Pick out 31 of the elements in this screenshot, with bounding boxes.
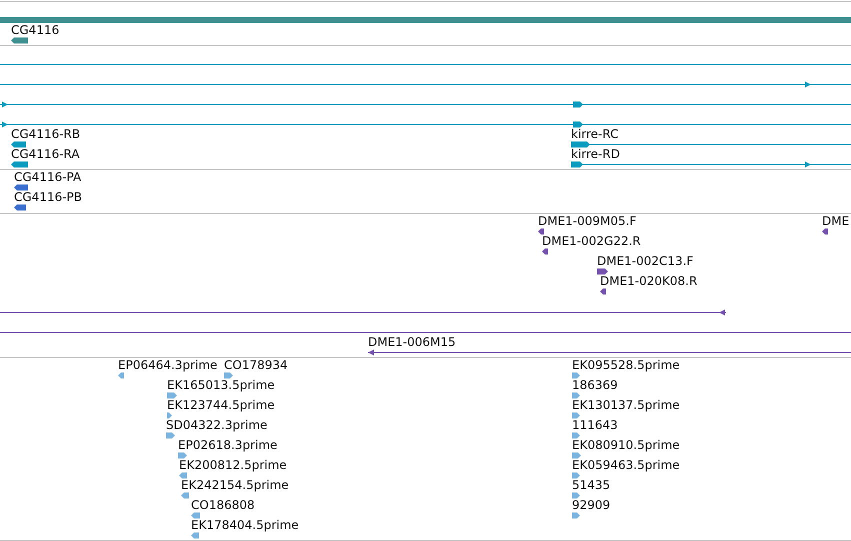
feature-label: 186369 xyxy=(572,378,618,392)
feature-label: CO186808 xyxy=(191,498,255,512)
feature-label: 92909 xyxy=(572,498,610,512)
feature-label: DME1-006M15 xyxy=(368,335,456,349)
feature-label: CG4116-RA xyxy=(11,147,80,161)
feature-label: 51435 xyxy=(572,478,610,492)
feature-label: CG4116 xyxy=(11,23,60,37)
feature-label: DME1-002C13.F xyxy=(597,254,694,268)
feature-label: EK242154.5prime xyxy=(181,478,289,492)
feature-label: kirre-RD xyxy=(571,147,620,161)
feature-label: 111643 xyxy=(572,418,618,432)
feature-label: EP02618.3prime xyxy=(178,438,278,452)
feature-label: DME1-020K08.R xyxy=(600,274,698,288)
feature-label: DME1-002G22.R xyxy=(542,234,641,248)
feature-label: DME1-009M05.F xyxy=(538,214,636,228)
feature-label: EK080910.5prime xyxy=(572,438,680,452)
feature-label: EK123744.5prime xyxy=(167,398,275,412)
feature-label: CG4116-RB xyxy=(11,127,80,141)
feature-label: EK059463.5prime xyxy=(572,458,680,472)
feature-label: CG4116-PB xyxy=(14,190,82,204)
feature-label: SD04322.3prime xyxy=(166,418,268,432)
feature-label: CO178934 xyxy=(224,358,288,372)
feature-label: DME xyxy=(822,214,850,228)
feature-label: EK130137.5prime xyxy=(572,398,680,412)
feature-label: EK095528.5prime xyxy=(572,358,680,372)
feature-label: CG4116-PA xyxy=(14,170,82,184)
feature-label: EK165013.5prime xyxy=(167,378,275,392)
feature-label: EK200812.5prime xyxy=(179,458,287,472)
feature-label: kirre-RC xyxy=(571,127,619,141)
feature-label: EK178404.5prime xyxy=(191,518,299,532)
feature-label: EP06464.3prime xyxy=(118,358,218,372)
